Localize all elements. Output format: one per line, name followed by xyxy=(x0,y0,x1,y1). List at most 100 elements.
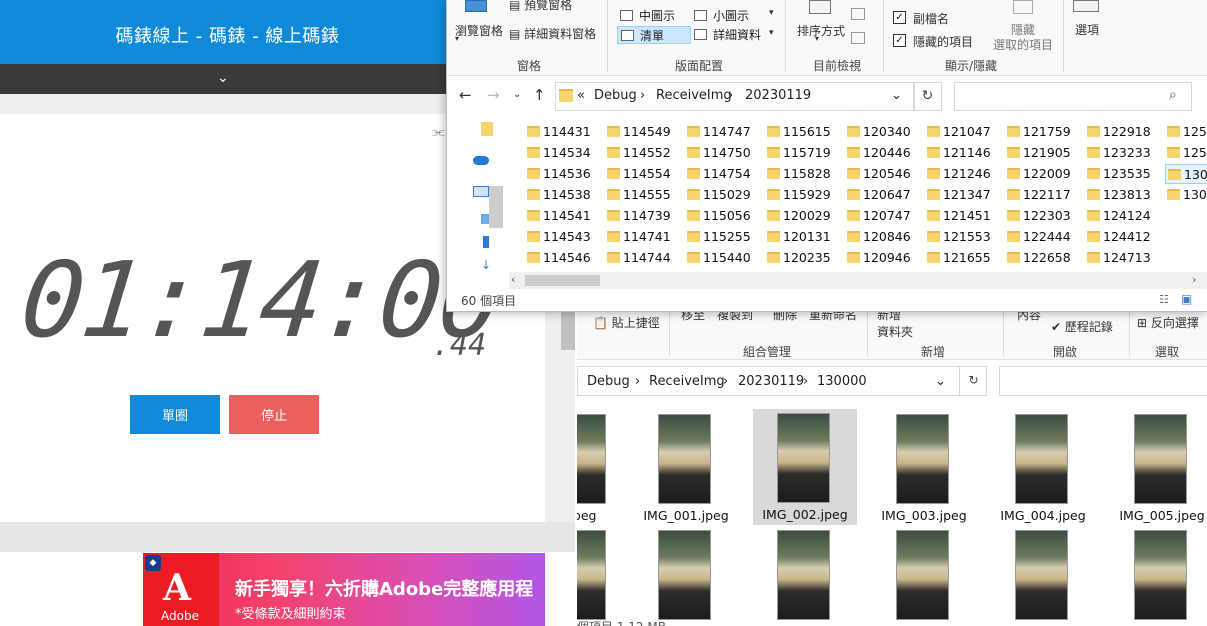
folder-item[interactable]: 121655 xyxy=(925,248,1005,268)
lap-button[interactable]: 單圈 xyxy=(130,395,220,434)
chevron-down-icon[interactable]: ⌄ xyxy=(935,374,946,389)
folder-item[interactable]: 124412 xyxy=(1085,227,1165,247)
folder-item[interactable]: 121451 xyxy=(925,206,1005,226)
folder-item[interactable]: 121347 xyxy=(925,185,1005,205)
folder-item[interactable]: 122117 xyxy=(1005,185,1085,205)
folder-item[interactable]: 123535 xyxy=(1085,164,1165,184)
folder-item[interactable]: 114552 xyxy=(605,143,685,163)
thumbnail-item[interactable] xyxy=(577,526,633,626)
breadcrumb-debug[interactable]: Debug xyxy=(594,88,637,103)
folder-item[interactable]: 122658 xyxy=(1005,248,1085,268)
options-button[interactable]: 選項 xyxy=(1075,21,1099,38)
layout-list[interactable]: 清單 xyxy=(617,26,691,44)
hide-selected-button[interactable]: 選取的項目 xyxy=(993,36,1053,53)
folder-item[interactable]: 114543 xyxy=(525,227,605,247)
folder-item[interactable]: 123813 xyxy=(1085,185,1165,205)
folder-item[interactable]: 121246 xyxy=(925,164,1005,184)
layout-small-icons[interactable]: 小圖示 xyxy=(691,7,749,25)
thumbnail-item[interactable] xyxy=(1110,526,1207,626)
breadcrumb-folder[interactable]: 130000 xyxy=(817,374,867,389)
folder-item[interactable]: 114741 xyxy=(605,227,685,247)
folder-item[interactable]: 114549 xyxy=(605,122,685,142)
refresh-icon[interactable]: ↻ xyxy=(913,82,942,111)
paste-shortcut-button[interactable]: 📋 貼上捷徑 xyxy=(593,314,660,331)
folder-item[interactable]: 120546 xyxy=(845,164,925,184)
folder-item[interactable]: 114554 xyxy=(605,164,685,184)
folder-item[interactable]: 115828 xyxy=(765,164,845,184)
large-icons-view-icon[interactable]: ▣ xyxy=(1181,292,1192,306)
folder-item[interactable]: 122009 xyxy=(1005,164,1085,184)
downloads-icon[interactable]: ↓ xyxy=(481,258,491,272)
thumbnail-item[interactable]: .jpeg xyxy=(577,410,633,526)
folder-item[interactable]: 115029 xyxy=(685,185,765,205)
folder-item[interactable]: 114546 xyxy=(525,248,605,268)
adobe-ad-banner[interactable]: A Adobe ◆ 新手獨享！六折購Adobe完整應用程 *受條款及細則約束 xyxy=(143,553,545,626)
search-icon[interactable]: ⌕ xyxy=(1169,87,1177,103)
folder-item[interactable]: 114541 xyxy=(525,206,605,226)
thumbnail-item[interactable] xyxy=(634,526,738,626)
folder-item[interactable]: 124713 xyxy=(1085,248,1165,268)
onedrive-icon[interactable] xyxy=(473,156,489,165)
up-arrow-icon[interactable]: ↑ xyxy=(533,86,546,104)
folder-item[interactable]: 121047 xyxy=(925,122,1005,142)
folder-item[interactable]: 114555 xyxy=(605,185,685,205)
folder-item[interactable]: 121146 xyxy=(925,143,1005,163)
chevron-down-icon[interactable]: ⌄ xyxy=(217,70,229,86)
hidden-items-checkbox[interactable]: ✓ xyxy=(893,34,906,47)
folder-item[interactable]: 121759 xyxy=(1005,122,1085,142)
breadcrumb-date[interactable]: 20230119 xyxy=(738,374,804,389)
add-columns-icon[interactable] xyxy=(851,32,865,44)
back-arrow-icon[interactable]: ← xyxy=(459,86,472,104)
folder-item[interactable]: 115719 xyxy=(765,143,845,163)
folder-item[interactable]: 124124 xyxy=(1085,206,1165,226)
breadcrumb-debug[interactable]: Debug xyxy=(587,374,630,389)
preview-pane-button[interactable]: ▤ 預覽窗格 xyxy=(509,0,572,13)
thumbnail-item-selected[interactable]: IMG_002.jpeg xyxy=(753,409,857,525)
folder-item[interactable]: 121905 xyxy=(1005,143,1085,163)
scroll-right-icon[interactable]: › xyxy=(1192,273,1196,286)
folder-item[interactable]: 130 xyxy=(1165,164,1207,184)
thumbnail-item[interactable] xyxy=(991,526,1095,626)
stop-button[interactable]: 停止 xyxy=(229,395,319,434)
refresh-icon[interactable]: ↻ xyxy=(959,366,987,396)
folder-item[interactable]: 120131 xyxy=(765,227,845,247)
folder-item[interactable]: 115255 xyxy=(685,227,765,247)
invert-selection-button[interactable]: ⊞ 反向選擇 xyxy=(1137,314,1199,331)
search-input[interactable] xyxy=(999,366,1207,396)
layout-expand-icon[interactable]: ▾ xyxy=(769,28,774,38)
this-pc-icon[interactable] xyxy=(473,186,489,197)
layout-details[interactable]: 詳細資料 xyxy=(691,26,761,44)
folder-item[interactable]: 114739 xyxy=(605,206,685,226)
history-button[interactable]: ✔ 歷程記錄 xyxy=(1051,318,1113,335)
nav-pane-scrollbar[interactable] xyxy=(489,186,503,228)
folder-item[interactable]: 123233 xyxy=(1085,143,1165,163)
scroll-left-icon[interactable]: ‹ xyxy=(511,273,515,286)
folder-item[interactable]: 114534 xyxy=(525,143,605,163)
folder-item[interactable]: 120747 xyxy=(845,206,925,226)
folder-item[interactable]: 114538 xyxy=(525,185,605,205)
folder-item[interactable]: 115615 xyxy=(765,122,845,142)
folder-item[interactable]: 115929 xyxy=(765,185,845,205)
layout-scroll-icon[interactable]: ▾ xyxy=(769,8,774,18)
folder-item[interactable]: 115440 xyxy=(685,248,765,268)
thumbnail-item[interactable]: IMG_004.jpeg xyxy=(991,410,1095,526)
folder-item[interactable]: 120846 xyxy=(845,227,925,247)
thumbnail-item[interactable] xyxy=(872,526,976,626)
sort-by-button[interactable]: 排序方式 xyxy=(797,22,845,39)
breadcrumb-receiveimg[interactable]: ReceiveImg xyxy=(649,374,725,389)
folder-item[interactable]: 130 xyxy=(1165,185,1207,205)
thumbnail-item[interactable]: IMG_003.jpeg xyxy=(872,410,976,526)
folder-item[interactable]: 114754 xyxy=(685,164,765,184)
layout-medium-icons[interactable]: 中圖示 xyxy=(617,7,675,25)
breadcrumb-receiveimg[interactable]: ReceiveImg xyxy=(656,88,732,103)
thumbnail-item[interactable]: IMG_001.jpeg xyxy=(634,410,738,526)
folder-item[interactable]: 125 xyxy=(1165,143,1207,163)
folder-item[interactable]: 114536 xyxy=(525,164,605,184)
horizontal-scrollbar[interactable] xyxy=(509,272,1207,289)
horizontal-scroll-thumb[interactable] xyxy=(525,275,600,286)
file-ext-checkbox[interactable]: ✓ xyxy=(893,11,906,24)
details-pane-button[interactable]: ▤ 詳細資料窗格 xyxy=(509,25,596,42)
chevron-down-icon[interactable]: ⌄ xyxy=(891,88,902,103)
search-input[interactable] xyxy=(954,82,1192,111)
breadcrumb-overflow[interactable]: « xyxy=(577,88,585,103)
